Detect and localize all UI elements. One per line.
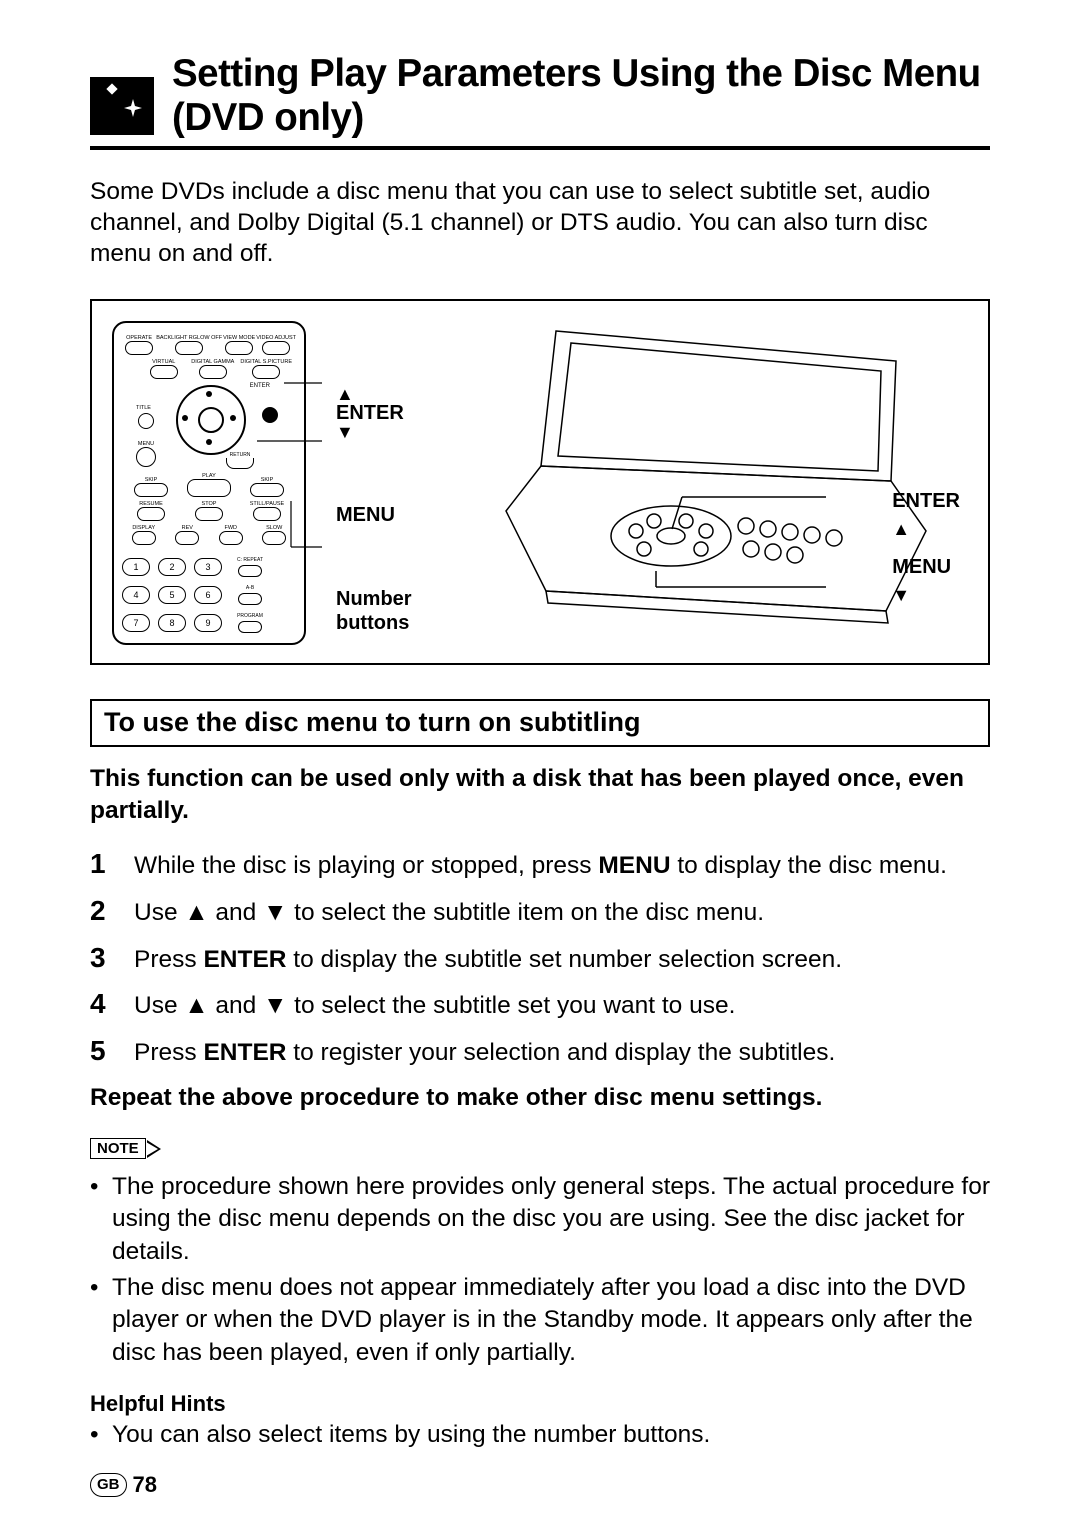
player-callout-menu: MENU (892, 553, 960, 581)
remote-transport-3: DISPLAY REV FWD SLOW (122, 525, 296, 545)
step-item: 3Press ENTER to display the subtitle set… (90, 939, 990, 977)
remote-dpad: ENTER TITLE MENU RETURN (122, 385, 296, 469)
callout-number-buttons: Number buttons (336, 587, 466, 635)
step-item: 5Press ENTER to register your selection … (90, 1032, 990, 1070)
step-item: 2Use ▲ and ▼ to select the subtitle item… (90, 892, 990, 930)
region-badge: GB (90, 1473, 127, 1497)
precondition: This function can be used only with a di… (90, 763, 990, 827)
section-heading: To use the disc menu to turn on subtitli… (90, 699, 990, 747)
note-tag: NOTE (90, 1138, 146, 1159)
down-arrow-icon: ▼ (336, 423, 466, 441)
hint-item: You can also select items by using the n… (90, 1421, 990, 1449)
steps-list: 1While the disc is playing or stopped, p… (90, 845, 990, 1070)
remote-illustration: OPERATE BACKLIGHT RGLOW OFF VIEW MODE VI… (112, 321, 306, 645)
disc-sparkle-icon (90, 77, 154, 135)
callout-menu: MENU (336, 505, 466, 525)
intro-paragraph: Some DVDs include a disc menu that you c… (90, 176, 990, 269)
up-arrow-icon: ▲ (892, 515, 960, 543)
down-arrow-icon: ▼ (892, 581, 960, 609)
up-arrow-icon: ▲ (336, 385, 466, 403)
step-item: 4Use ▲ and ▼ to select the subtitle set … (90, 985, 990, 1023)
repeat-line: Repeat the above procedure to make other… (90, 1084, 990, 1112)
remote-callouts: ▲ ENTER ▼ MENU Number buttons (336, 365, 466, 635)
remote-row-2: VIRTUAL DIGITAL GAMMA DIGITAL S.PICTURE (122, 359, 296, 379)
diagram-frame: OPERATE BACKLIGHT RGLOW OFF VIEW MODE VI… (90, 299, 990, 665)
page-title: Setting Play Parameters Using the Disc M… (172, 52, 990, 140)
remote-keypad: 1 2 3 C: REPEAT 4 5 6 A-B 7 8 9 PROGRAM (122, 555, 296, 635)
callout-enter: ENTER (336, 403, 466, 423)
note-item: The procedure shown here provides only g… (90, 1171, 990, 1268)
helpful-hints-list: You can also select items by using the n… (90, 1421, 990, 1449)
page-footer: GB 78 (90, 1472, 157, 1498)
note-item: The disc menu does not appear immediatel… (90, 1272, 990, 1369)
player-illustration: ENTER ▲ MENU ▼ (496, 321, 968, 643)
page-number: 78 (133, 1472, 157, 1498)
step-item: 1While the disc is playing or stopped, p… (90, 845, 990, 883)
player-callout-enter: ENTER (892, 487, 960, 515)
notes-list: The procedure shown here provides only g… (90, 1171, 990, 1369)
remote-transport-1: SKIP PLAY SKIP (122, 473, 296, 497)
remote-transport-2: RESUME STOP STILL/PAUSE (122, 501, 296, 521)
helpful-hints-title: Helpful Hints (90, 1391, 990, 1417)
player-callouts: ENTER ▲ MENU ▼ (892, 487, 960, 609)
remote-row-top: OPERATE BACKLIGHT RGLOW OFF VIEW MODE VI… (122, 331, 296, 355)
page-title-row: Setting Play Parameters Using the Disc M… (90, 52, 990, 150)
